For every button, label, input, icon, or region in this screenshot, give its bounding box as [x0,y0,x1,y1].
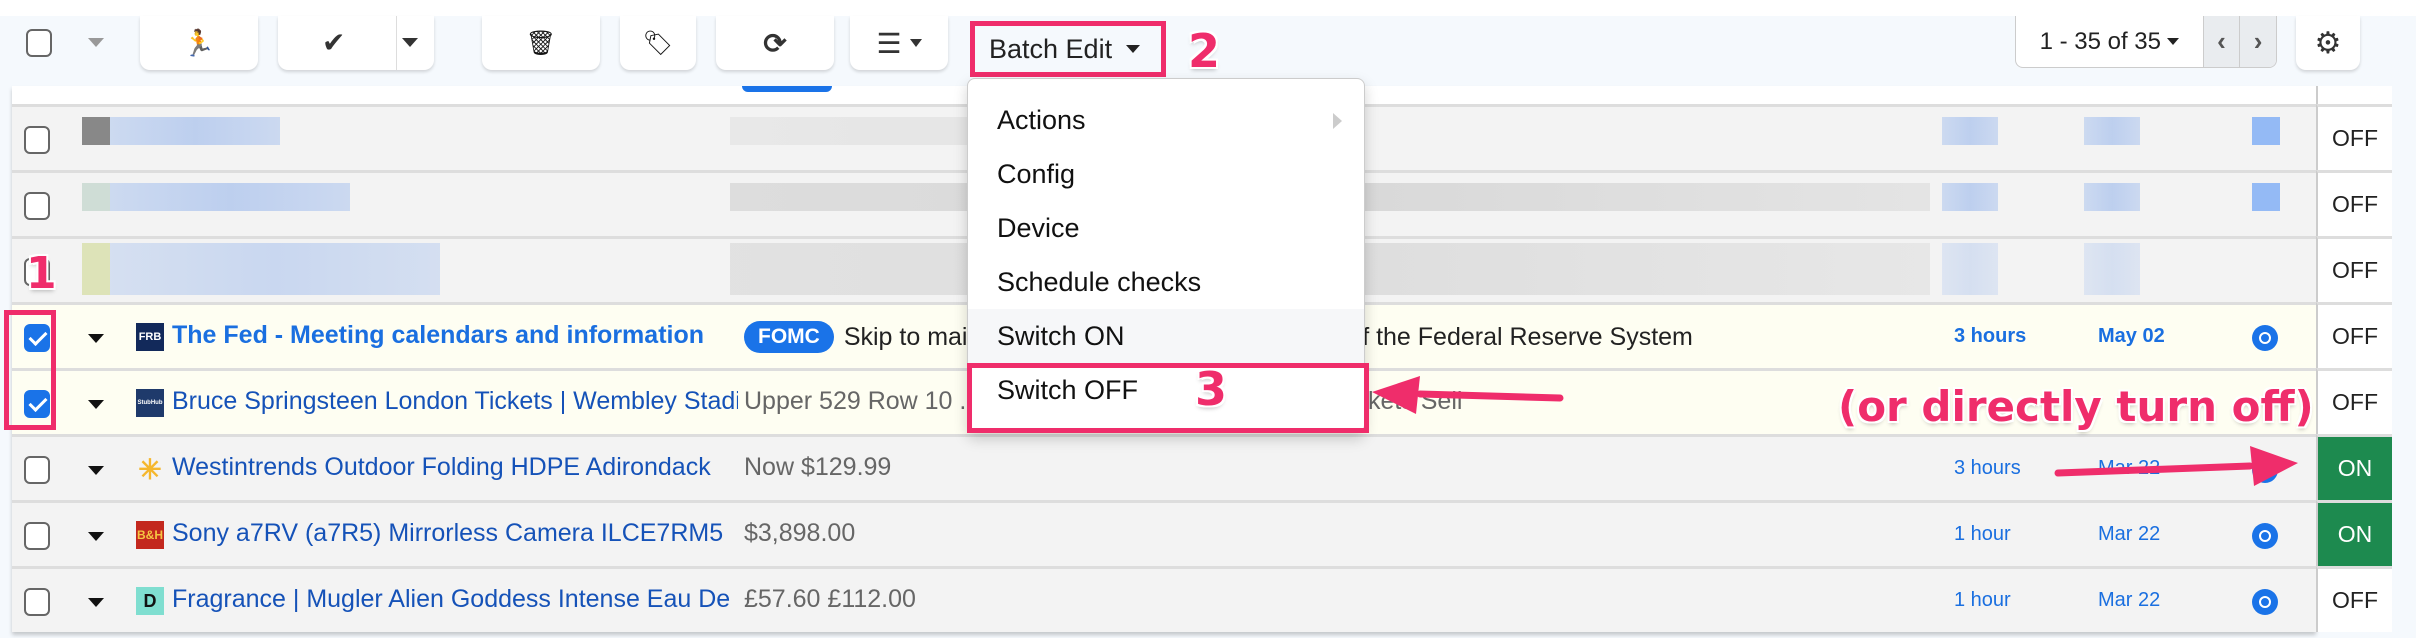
arrow-to-switch-off [1372,376,1564,414]
arrow-to-on-toggle [2054,446,2298,486]
annotation-arrows [1372,376,2298,486]
page: 🏃 ✔ 🗑 🏷 ⟳ ☰ Batch Edit 2 1 - 35 of 35 ‹ … [0,0,2416,638]
